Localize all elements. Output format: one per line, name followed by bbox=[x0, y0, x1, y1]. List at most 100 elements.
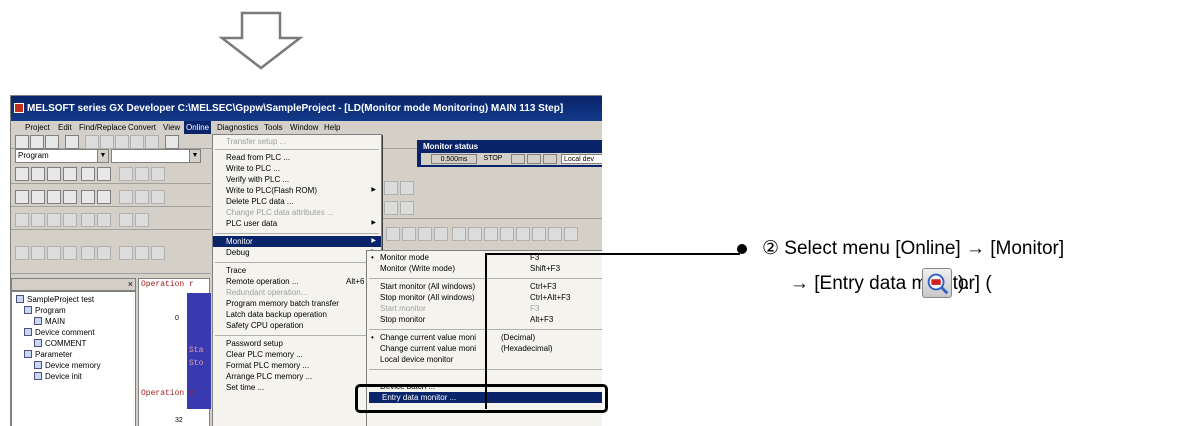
copy-icon[interactable] bbox=[100, 135, 114, 149]
tool-icon-r[interactable] bbox=[384, 181, 398, 195]
tree-item-parameter[interactable]: Parameter bbox=[24, 350, 72, 359]
menu-item-arrange-plc-memory[interactable]: Arrange PLC memory ... bbox=[213, 371, 381, 382]
fkey-icon-10[interactable] bbox=[532, 227, 546, 241]
tool-icon-n[interactable] bbox=[97, 246, 111, 260]
tree-item-device-memory[interactable]: Device memory bbox=[34, 361, 101, 370]
tool-icon-k[interactable] bbox=[47, 246, 61, 260]
fkey-icon-1[interactable] bbox=[386, 227, 400, 241]
fkey-icon-6[interactable] bbox=[468, 227, 482, 241]
fkey-icon-7[interactable] bbox=[484, 227, 498, 241]
menu-help[interactable]: Help bbox=[322, 121, 342, 134]
tool-icon-j[interactable] bbox=[31, 246, 45, 260]
tree-item-device-comment[interactable]: Device comment bbox=[24, 328, 95, 337]
coil-icon[interactable] bbox=[81, 167, 95, 181]
tool-icon-p[interactable] bbox=[135, 246, 149, 260]
write-mode-icon[interactable] bbox=[81, 190, 95, 204]
menu-item-delete-plc-data[interactable]: Delete PLC data ... bbox=[213, 196, 381, 207]
menu-item-write-flash-rom[interactable]: Write to PLC(Flash ROM) ▶ bbox=[213, 185, 381, 196]
fkey-icon-3[interactable] bbox=[418, 227, 432, 241]
fkey-icon-8[interactable] bbox=[500, 227, 514, 241]
menu-edit[interactable]: Edit bbox=[56, 121, 74, 134]
menu-convert[interactable]: Convert bbox=[126, 121, 158, 134]
tool-icon-f[interactable] bbox=[97, 213, 111, 227]
instruction-icon[interactable] bbox=[97, 167, 111, 181]
monitor-icon[interactable] bbox=[47, 190, 61, 204]
open-icon[interactable] bbox=[30, 135, 44, 149]
tool-icon-m[interactable] bbox=[81, 246, 95, 260]
new-icon[interactable] bbox=[15, 135, 29, 149]
tool-icon-d[interactable] bbox=[63, 213, 77, 227]
tool-icon-b[interactable] bbox=[31, 213, 45, 227]
tree-item-program[interactable]: Program bbox=[24, 306, 66, 315]
menu-find-replace[interactable]: Find/Replace bbox=[77, 121, 128, 134]
menu-item-monitor[interactable]: Monitor ▶ bbox=[213, 236, 381, 247]
search-icon[interactable] bbox=[165, 135, 179, 149]
fkey-icon-4[interactable] bbox=[434, 227, 448, 241]
read-mode-icon[interactable] bbox=[63, 190, 77, 204]
monitor-write-icon[interactable] bbox=[97, 190, 111, 204]
save-icon[interactable] bbox=[45, 135, 59, 149]
vline-icon[interactable] bbox=[135, 167, 149, 181]
close-icon[interactable]: × bbox=[128, 279, 133, 289]
contact-parallel-icon[interactable] bbox=[31, 167, 45, 181]
contact-b-parallel-icon[interactable] bbox=[63, 167, 77, 181]
hline-delete-icon[interactable] bbox=[151, 167, 165, 181]
undo-icon[interactable] bbox=[130, 135, 144, 149]
menu-item-trace[interactable]: Trace▶ bbox=[213, 265, 381, 276]
menu-window[interactable]: Window bbox=[288, 121, 320, 134]
batch-icon[interactable] bbox=[151, 190, 165, 204]
fkey-icon-5[interactable] bbox=[452, 227, 466, 241]
chevron-down-icon[interactable]: ▼ bbox=[189, 150, 200, 162]
comment-icon[interactable] bbox=[31, 190, 45, 204]
tool-icon-e[interactable] bbox=[81, 213, 95, 227]
tree-item-main[interactable]: MAIN bbox=[34, 317, 65, 326]
tree-item-device-init[interactable]: Device init bbox=[34, 372, 82, 381]
menu-item-latch-backup[interactable]: Latch data backup operation▶ bbox=[213, 309, 381, 320]
menu-view[interactable]: View bbox=[161, 121, 182, 134]
menu-project[interactable]: Project bbox=[23, 121, 52, 134]
menu-item-program-memory-batch[interactable]: Program memory batch transfer bbox=[213, 298, 381, 309]
tool-icon-a[interactable] bbox=[15, 213, 29, 227]
menu-item-change-attributes[interactable]: Change PLC data attributes ... bbox=[213, 207, 381, 218]
menu-item-safety-cpu[interactable]: Safety CPU operation▶ bbox=[213, 320, 381, 331]
program-combo[interactable]: Program ▼ bbox=[15, 149, 109, 163]
tool-icon-o[interactable] bbox=[119, 246, 133, 260]
tool-icon-h[interactable] bbox=[135, 213, 149, 227]
menu-item-transfer-setup[interactable]: Transfer setup ... bbox=[213, 136, 381, 147]
hline-icon[interactable] bbox=[119, 167, 133, 181]
print-icon[interactable] bbox=[65, 135, 79, 149]
fkey-icon-2[interactable] bbox=[402, 227, 416, 241]
menu-diagnostics[interactable]: Diagnostics bbox=[215, 121, 260, 134]
menu-item-write-to-plc[interactable]: Write to PLC ... bbox=[213, 163, 381, 174]
paste-icon[interactable] bbox=[115, 135, 129, 149]
tool-icon-i[interactable] bbox=[15, 246, 29, 260]
fkey-icon-11[interactable] bbox=[548, 227, 562, 241]
chevron-down-icon[interactable]: ▼ bbox=[97, 150, 108, 162]
fkey-icon-12[interactable] bbox=[564, 227, 578, 241]
fkey-icon-9[interactable] bbox=[516, 227, 530, 241]
menu-item-plc-user-data[interactable]: PLC user data ▶ bbox=[213, 218, 381, 229]
menu-item-format-plc-memory[interactable]: Format PLC memory ... bbox=[213, 360, 381, 371]
menu-item-redundant-operation[interactable]: Redundant operation... bbox=[213, 287, 381, 298]
tool-icon-u[interactable] bbox=[400, 201, 414, 215]
cut-icon[interactable] bbox=[85, 135, 99, 149]
tool-icon-l[interactable] bbox=[63, 246, 77, 260]
program-select[interactable]: ▼ bbox=[111, 149, 201, 163]
contact-icon[interactable] bbox=[15, 167, 29, 181]
menu-item-password-setup[interactable]: Password setup▶ bbox=[213, 338, 381, 349]
tool-icon-q[interactable] bbox=[151, 246, 165, 260]
entry-icon[interactable] bbox=[135, 190, 149, 204]
contact-b-icon[interactable] bbox=[47, 167, 61, 181]
tool-icon-c[interactable] bbox=[47, 213, 61, 227]
menu-item-remote-operation[interactable]: Remote operation ... Alt+6 bbox=[213, 276, 381, 287]
tool-icon-s[interactable] bbox=[400, 181, 414, 195]
menu-item-clear-plc-memory[interactable]: Clear PLC memory ... bbox=[213, 349, 381, 360]
device-icon[interactable] bbox=[119, 190, 133, 204]
tool-icon-t[interactable] bbox=[384, 201, 398, 215]
redo-icon[interactable] bbox=[145, 135, 159, 149]
menu-item-read-from-plc[interactable]: Read from PLC ... bbox=[213, 152, 381, 163]
ladder-view-icon[interactable] bbox=[15, 190, 29, 204]
tree-item-project[interactable]: SampleProject test bbox=[16, 295, 94, 304]
tree-item-comment[interactable]: COMMENT bbox=[34, 339, 86, 348]
menu-online[interactable]: Online bbox=[184, 121, 212, 134]
